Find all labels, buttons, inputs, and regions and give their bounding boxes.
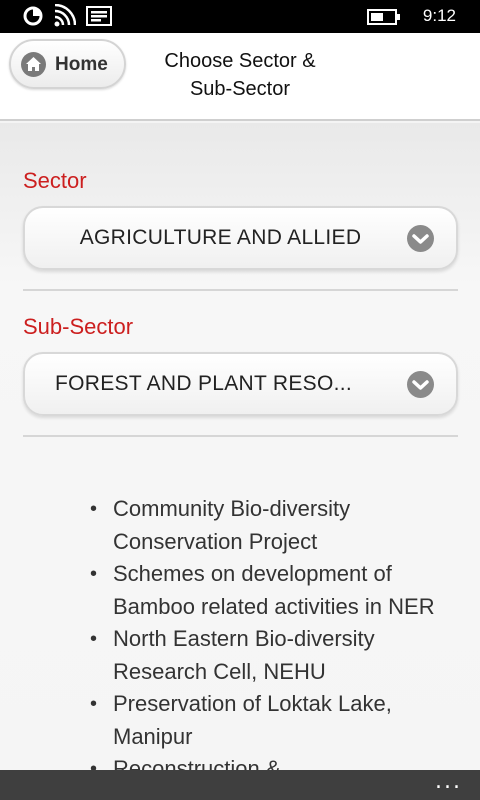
battery-icon — [367, 9, 400, 25]
scheme-name: Preservation of Loktak Lake, Manipur — [113, 691, 392, 749]
scheme-name: Reconstruction & — [113, 756, 281, 770]
sub-sector-label: Sub-Sector — [23, 314, 134, 339]
sub-sector-dropdown[interactable]: FOREST AND PLANT RESO... — [23, 352, 458, 416]
divider — [23, 435, 458, 437]
chevron-down-icon — [407, 371, 434, 398]
clock-time: 9:12 — [422, 6, 456, 25]
scheme-name: Schemes on development of Bamboo related… — [113, 561, 435, 619]
sector-selected-value: AGRICULTURE AND ALLIED — [79, 226, 362, 249]
app-bar: ... — [0, 770, 480, 800]
status-bar: 9:12 — [0, 0, 480, 33]
page-title-line1: Choose Sector & — [164, 50, 316, 72]
home-button-label: Home — [55, 54, 108, 75]
main-content: Sector AGRICULTURE AND ALLIED Sub-Sector… — [0, 123, 480, 770]
page-title: Choose Sector & Sub-Sector — [140, 47, 340, 103]
home-button[interactable]: Home — [9, 39, 126, 89]
scheme-name: North Eastern Bio-diversity Research Cel… — [113, 626, 375, 684]
message-icon — [86, 6, 112, 26]
list-item[interactable]: • Reconstruction & — [90, 753, 460, 770]
page-title-line2: Sub-Sector — [189, 78, 291, 100]
list-item[interactable]: • Community Bio-diversity Conservation Pr… — [90, 493, 460, 558]
scheme-name: Community Bio-diversity Conservation Pro… — [113, 496, 351, 554]
page-header: Home Choose Sector & Sub-Sector — [0, 33, 480, 121]
scheme-list: • Community Bio-diversity Conservation Pr… — [90, 493, 460, 770]
chevron-down-icon — [407, 225, 434, 252]
sector-label: Sector — [23, 168, 87, 193]
sub-sector-selected-value: FOREST AND PLANT RESO... — [55, 372, 352, 395]
wifi-icon — [54, 4, 76, 27]
list-item[interactable]: • Preservation of Loktak Lake, Manipur — [90, 688, 460, 753]
list-item[interactable]: • Schemes on development of Bamboo relate… — [90, 558, 460, 623]
data-sense-icon — [23, 6, 43, 26]
list-item[interactable]: • North Eastern Bio-diversity Research Ce… — [90, 623, 460, 688]
more-options-button[interactable]: ... — [435, 771, 462, 793]
home-icon — [21, 52, 46, 77]
divider — [23, 289, 458, 291]
sector-dropdown[interactable]: AGRICULTURE AND ALLIED — [23, 206, 458, 270]
